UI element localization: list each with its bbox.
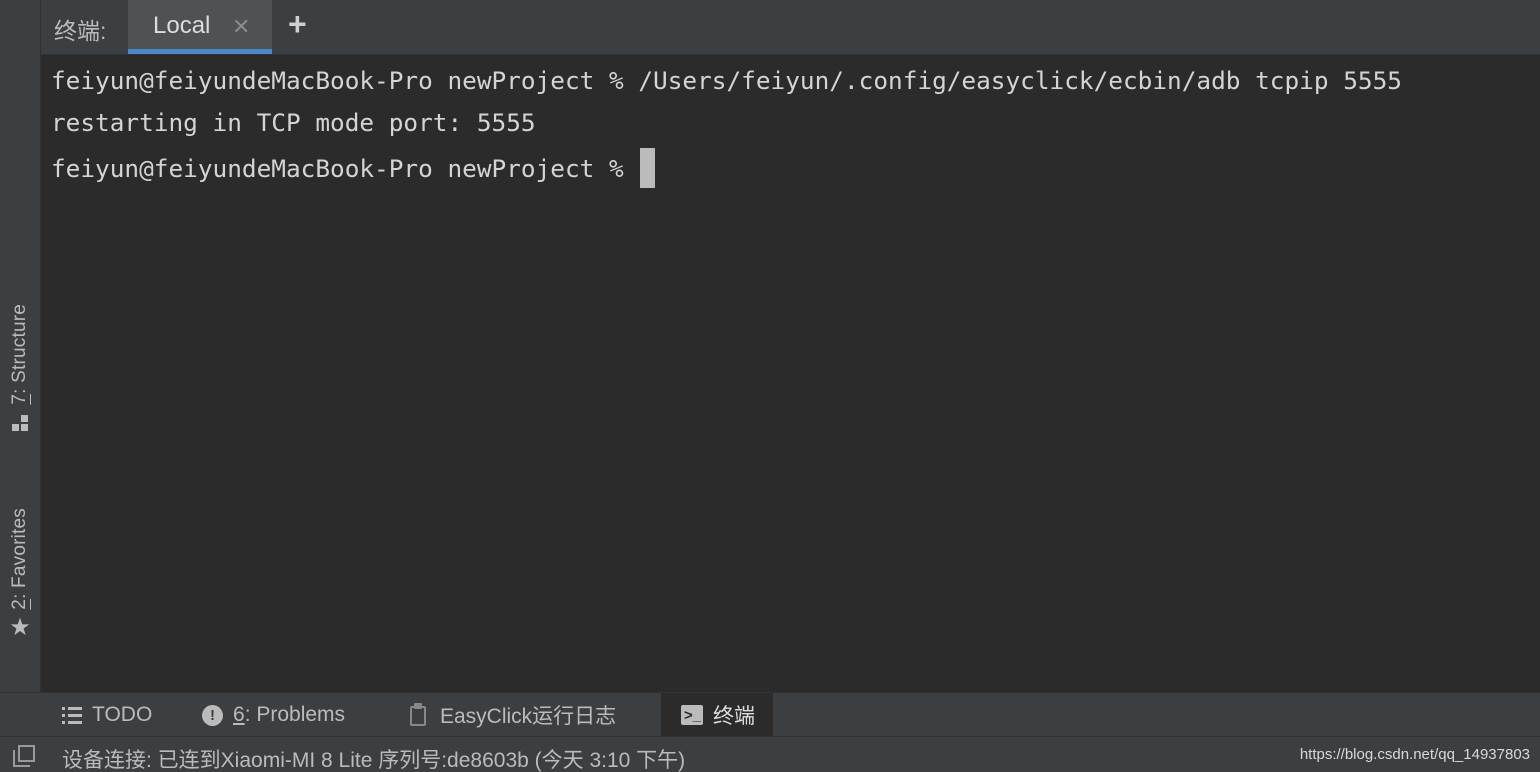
terminal-prompt-line: feiyun@feiyundeMacBook-Pro newProject %: [51, 148, 656, 190]
easyclick-log-label: EasyClick运行日志: [440, 705, 617, 728]
terminal-cursor: [640, 148, 656, 188]
terminal-header: 终端: Local ✕ +: [41, 0, 1540, 55]
favorites-tool-tab[interactable]: 2: Favorites ★: [0, 508, 40, 640]
todo-label: TODO: [92, 703, 153, 726]
terminal-output[interactable]: feiyun@feiyundeMacBook-Pro newProject % …: [41, 55, 1540, 692]
panel-toggle-icon[interactable]: [13, 745, 35, 767]
todo-tool-button[interactable]: TODO: [62, 693, 152, 737]
left-tool-stripe: 7: Structure 2: Favorites ★: [0, 0, 41, 692]
device-status-text: 设备连接: 已连到Xiaomi-MI 8 Lite 序列号:de8603b (今…: [62, 749, 686, 772]
clipboard-icon: [410, 703, 430, 727]
problems-label: 6: Problems: [233, 703, 346, 726]
tool-window-bar: TODO ! 6: Problems EasyClick运行日志 >_ 终端: [0, 692, 1540, 737]
star-icon: ★: [9, 613, 31, 641]
tab-local-label: Local: [153, 12, 211, 39]
favorites-tab-label: 2: Favorites: [9, 508, 30, 610]
structure-tool-tab[interactable]: 7: Structure: [0, 304, 40, 433]
terminal-title: 终端:: [54, 18, 107, 44]
terminal-icon: >_: [681, 705, 703, 725]
terminal-line: feiyun@feiyundeMacBook-Pro newProject % …: [51, 66, 1402, 95]
close-icon[interactable]: ✕: [232, 14, 250, 40]
structure-icon: [11, 414, 29, 433]
tab-local[interactable]: Local ✕: [128, 0, 272, 54]
list-icon: [62, 706, 82, 724]
status-bar: 设备连接: 已连到Xiaomi-MI 8 Lite 序列号:de8603b (今…: [0, 736, 1540, 772]
easyclick-log-tool-button[interactable]: EasyClick运行日志: [410, 693, 616, 737]
terminal-line: restarting in TCP mode port: 5555: [51, 108, 536, 137]
problems-tool-button[interactable]: ! 6: Problems: [202, 693, 345, 737]
watermark-url: https://blog.csdn.net/qq_14937803: [1299, 746, 1530, 763]
structure-tab-label: 7: Structure: [9, 304, 30, 405]
info-icon: !: [202, 704, 223, 726]
terminal-tool-button[interactable]: >_ 终端: [661, 693, 773, 737]
terminal-tool-label: 终端: [713, 705, 755, 728]
add-tab-button[interactable]: +: [288, 6, 307, 43]
ide-window: 7: Structure 2: Favorites ★ 终端: Local ✕ …: [0, 0, 1540, 772]
terminal-prompt: feiyun@feiyundeMacBook-Pro newProject %: [51, 154, 639, 183]
